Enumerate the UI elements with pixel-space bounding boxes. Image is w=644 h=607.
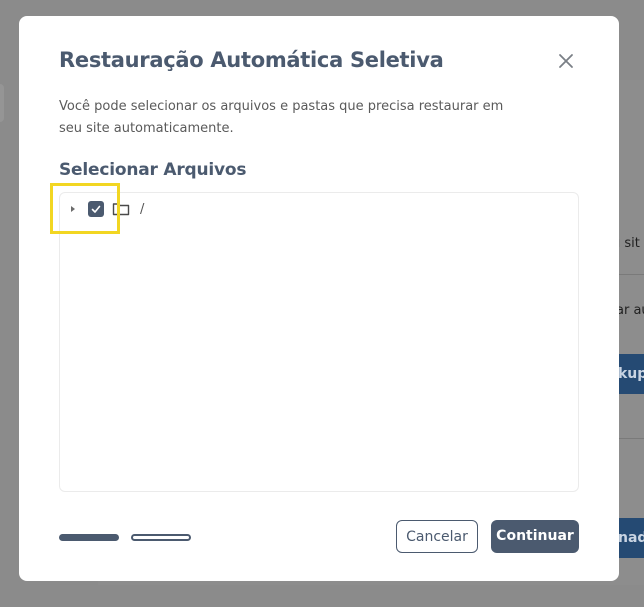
selective-restore-modal: Restauração Automática Seletiva Você pod… xyxy=(19,16,619,581)
select-files-heading: Selecionar Arquivos xyxy=(59,160,247,180)
step-indicator-2 xyxy=(131,534,191,541)
file-tree: / xyxy=(59,192,579,492)
modal-title: Restauração Automática Seletiva xyxy=(59,48,444,72)
step-indicator-1 xyxy=(59,534,119,541)
close-icon xyxy=(559,54,573,68)
background-text-2: ar au xyxy=(616,303,644,318)
modal-description: Você pode selecionar os arquivos e pasta… xyxy=(59,99,504,136)
background-side-tab xyxy=(0,84,4,122)
highlight-box xyxy=(50,183,120,234)
close-button[interactable] xyxy=(555,50,577,72)
cancel-button[interactable]: Cancelar xyxy=(396,520,478,553)
continue-button[interactable]: Continuar xyxy=(491,520,579,553)
root-path-label: / xyxy=(140,201,145,217)
